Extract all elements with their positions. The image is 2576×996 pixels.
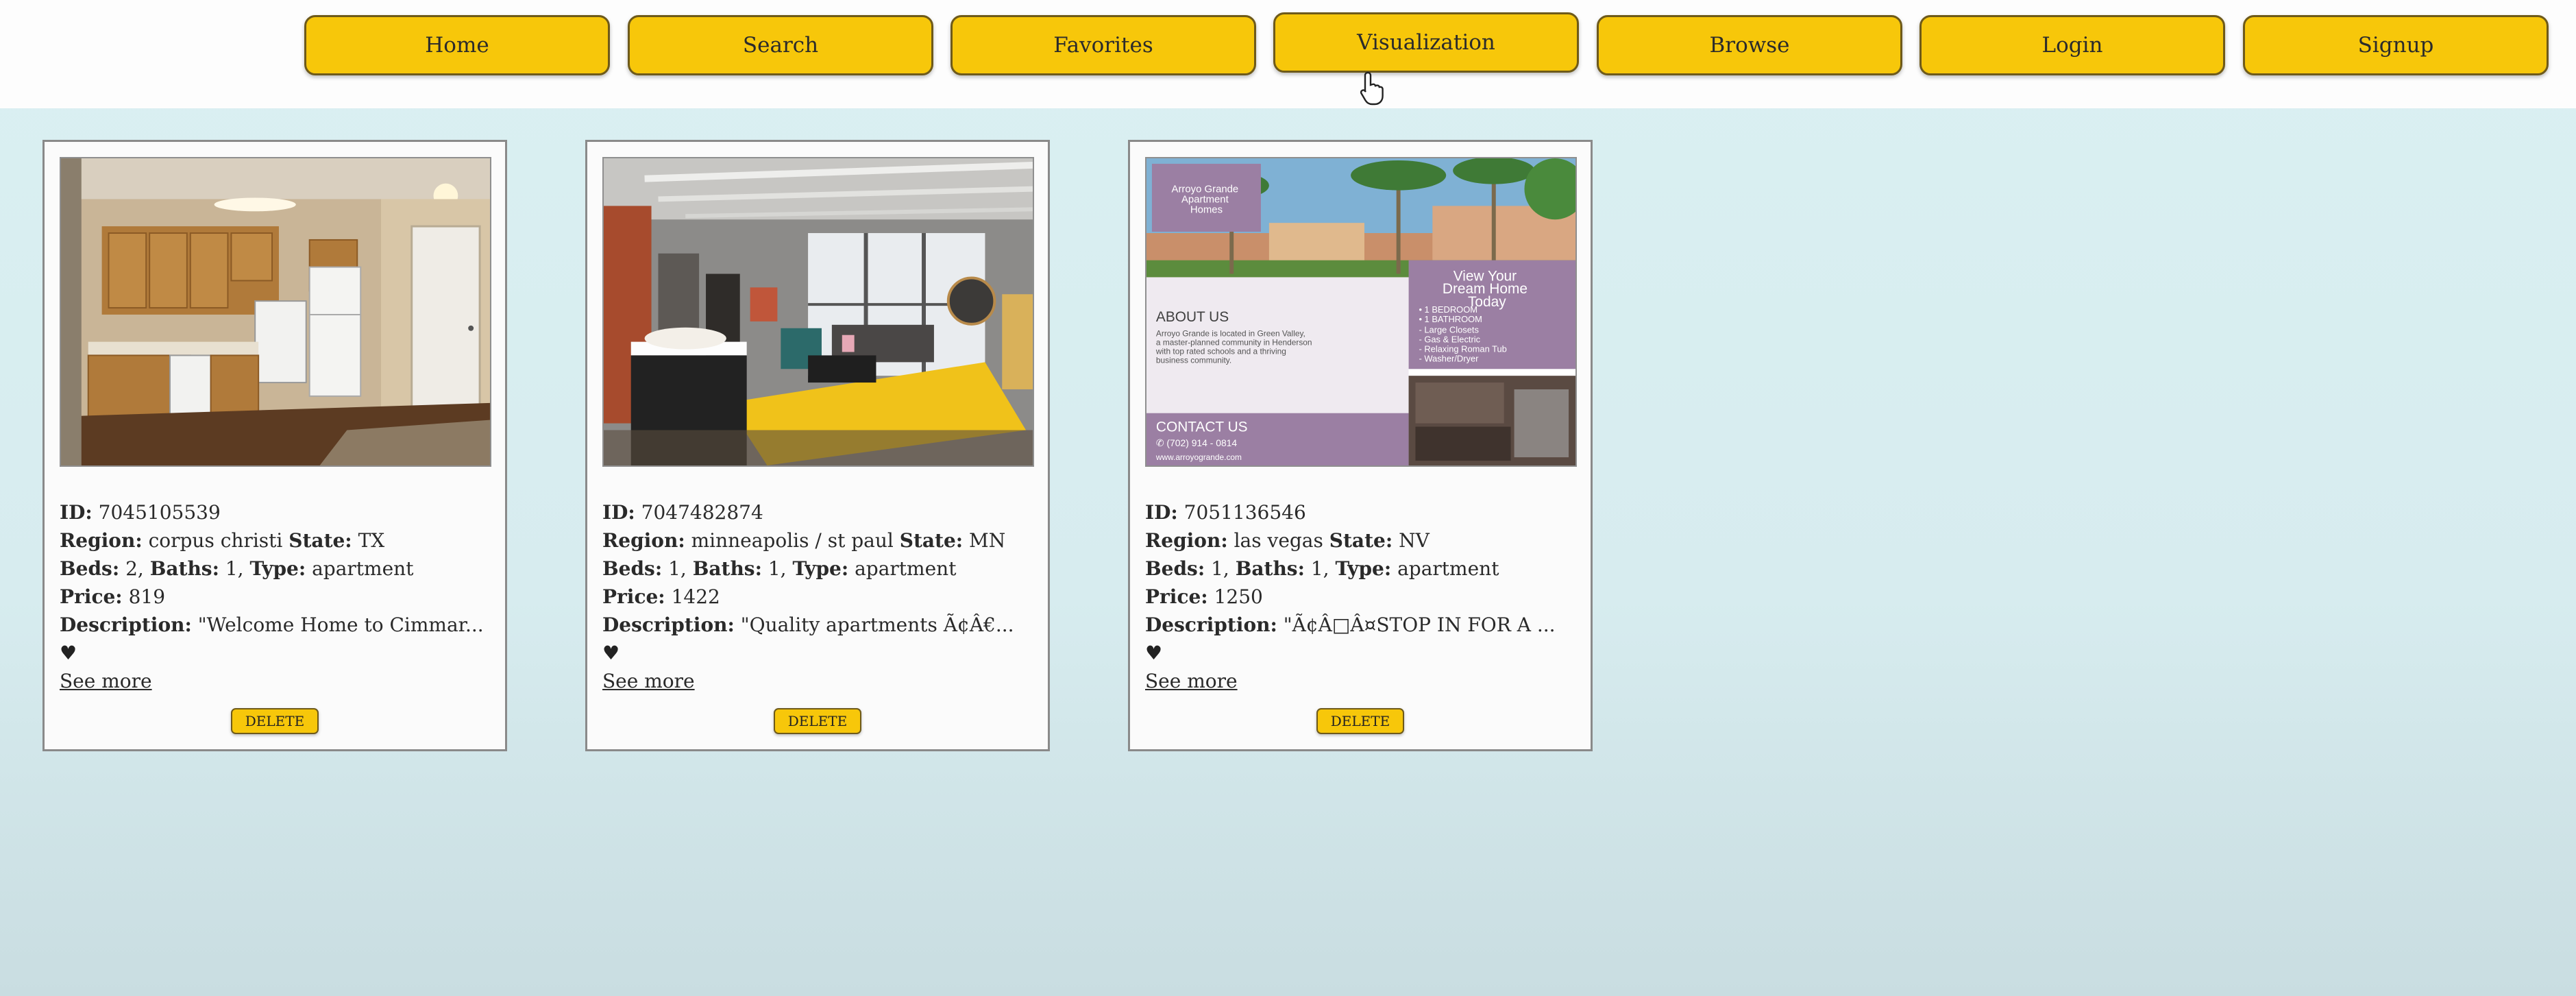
state-label: State:	[289, 529, 352, 552]
listing-card: ID: 7045105539 Region: corpus christi St…	[42, 140, 507, 751]
price-label: Price:	[602, 585, 665, 608]
listing-id-line: ID: 7045105539	[60, 498, 491, 526]
flyer-website-text: www.arroyogrande.com	[1155, 452, 1242, 462]
delete-button[interactable]: DELETE	[231, 708, 319, 734]
price-label: Price:	[1145, 585, 1208, 608]
see-more-link[interactable]: See more	[602, 670, 695, 692]
region-label: Region:	[1145, 529, 1228, 552]
beds-label: Beds:	[1145, 557, 1205, 580]
listing-id: 7045105539	[98, 501, 221, 524]
listing-rooms-line: Beds: 1, Baths: 1, Type: apartment	[1145, 555, 1577, 583]
listing-price: 819	[128, 585, 166, 608]
listing-card: Arroyo Grande Apartment Homes View Your …	[1128, 140, 1593, 751]
id-label: ID:	[1145, 501, 1178, 524]
listing-info: ID: 7047482874 Region: minneapolis / st …	[602, 498, 1034, 695]
listing-card: ID: 7047482874 Region: minneapolis / st …	[585, 140, 1050, 751]
state-label: State:	[899, 529, 964, 552]
baths-label: Baths:	[692, 557, 762, 580]
listing-beds: 1,	[1211, 557, 1229, 580]
listing-price-line: Price: 819	[60, 583, 491, 611]
nav-visualization-button[interactable]: Visualization	[1273, 12, 1579, 73]
nav-browse-button[interactable]: Browse	[1597, 15, 1902, 75]
nav-login-button[interactable]: Login	[1919, 15, 2225, 75]
listing-description-line: Description: "Welcome Home to Cimmar...	[60, 611, 491, 639]
pointer-cursor-icon	[1360, 71, 1384, 106]
listing-beds: 1,	[668, 557, 687, 580]
listing-baths: 1,	[768, 557, 787, 580]
nav-search-button[interactable]: Search	[628, 15, 933, 75]
listing-description: "Quality apartments Ã¢Â€...	[740, 614, 1014, 636]
price-label: Price:	[60, 585, 123, 608]
type-label: Type:	[249, 557, 306, 580]
listing-photo-living-room[interactable]	[602, 157, 1034, 467]
listing-info: ID: 7045105539 Region: corpus christi St…	[60, 498, 491, 695]
listing-price: 1250	[1214, 585, 1263, 608]
listing-photo-flyer[interactable]: Arroyo Grande Apartment Homes View Your …	[1145, 157, 1577, 467]
baths-label: Baths:	[149, 557, 219, 580]
listing-type: apartment	[312, 557, 414, 580]
id-label: ID:	[60, 501, 93, 524]
listing-price-line: Price: 1422	[602, 583, 1034, 611]
listing-info: ID: 7051136546 Region: las vegas State: …	[1145, 498, 1577, 695]
listing-id: 7051136546	[1183, 501, 1306, 524]
region-label: Region:	[602, 529, 685, 552]
listing-photo-kitchen[interactable]	[60, 157, 491, 467]
nav-home-button[interactable]: Home	[304, 15, 610, 75]
listing-rooms-line: Beds: 2, Baths: 1, Type: apartment	[60, 555, 491, 583]
listing-price-line: Price: 1250	[1145, 583, 1577, 611]
description-label: Description:	[1145, 614, 1277, 636]
listing-id: 7047482874	[641, 501, 763, 524]
listing-type: apartment	[855, 557, 957, 580]
listing-id-line: ID: 7051136546	[1145, 498, 1577, 526]
listing-beds: 2,	[125, 557, 144, 580]
listing-baths: 1,	[225, 557, 244, 580]
state-label: State:	[1329, 529, 1393, 552]
type-label: Type:	[1335, 557, 1392, 580]
listing-baths: 1,	[1310, 557, 1329, 580]
listing-id-line: ID: 7047482874	[602, 498, 1034, 526]
description-label: Description:	[60, 614, 192, 636]
region-label: Region:	[60, 529, 143, 552]
listing-rooms-line: Beds: 1, Baths: 1, Type: apartment	[602, 555, 1034, 583]
flyer-about-heading: ABOUT US	[1156, 309, 1229, 325]
listing-region: las vegas	[1234, 529, 1323, 552]
top-nav-bar: Home Search Favorites Visualization Brow…	[0, 0, 2576, 108]
see-more-link[interactable]: See more	[60, 670, 152, 692]
delete-button[interactable]: DELETE	[774, 708, 861, 734]
listing-description: "Ã¢Â□Â¤STOP IN FOR A ...	[1283, 614, 1556, 636]
listing-price: 1422	[671, 585, 720, 608]
beds-label: Beds:	[602, 557, 663, 580]
flyer-contact-heading: CONTACT US	[1156, 419, 1248, 435]
listing-description-line: Description: "Ã¢Â□Â¤STOP IN FOR A ...	[1145, 611, 1577, 639]
listing-region-line: Region: las vegas State: NV	[1145, 526, 1577, 555]
listing-description: "Welcome Home to Cimmar...	[197, 614, 484, 636]
flyer-phone-text: ✆ (702) 914 - 0814	[1156, 437, 1238, 448]
type-label: Type:	[792, 557, 849, 580]
listing-state: NV	[1399, 529, 1430, 552]
nav-favorites-button[interactable]: Favorites	[950, 15, 1256, 75]
listing-type: apartment	[1397, 557, 1499, 580]
baths-label: Baths:	[1235, 557, 1305, 580]
favorite-heart-icon[interactable]: ♥	[1145, 639, 1577, 667]
favorite-heart-icon[interactable]: ♥	[60, 639, 491, 667]
delete-button[interactable]: DELETE	[1316, 708, 1404, 734]
nav-signup-button[interactable]: Signup	[2243, 15, 2549, 75]
favorite-heart-icon[interactable]: ♥	[602, 639, 1034, 667]
listing-description-line: Description: "Quality apartments Ã¢Â€...	[602, 611, 1034, 639]
listing-state: MN	[969, 529, 1006, 552]
listing-region: minneapolis / st paul	[691, 529, 894, 552]
listing-region-line: Region: minneapolis / st paul State: MN	[602, 526, 1034, 555]
description-label: Description:	[602, 614, 735, 636]
listing-state: TX	[358, 529, 385, 552]
see-more-link[interactable]: See more	[1145, 670, 1238, 692]
listing-region: corpus christi	[148, 529, 283, 552]
id-label: ID:	[602, 501, 635, 524]
beds-label: Beds:	[60, 557, 120, 580]
listing-region-line: Region: corpus christi State: TX	[60, 526, 491, 555]
